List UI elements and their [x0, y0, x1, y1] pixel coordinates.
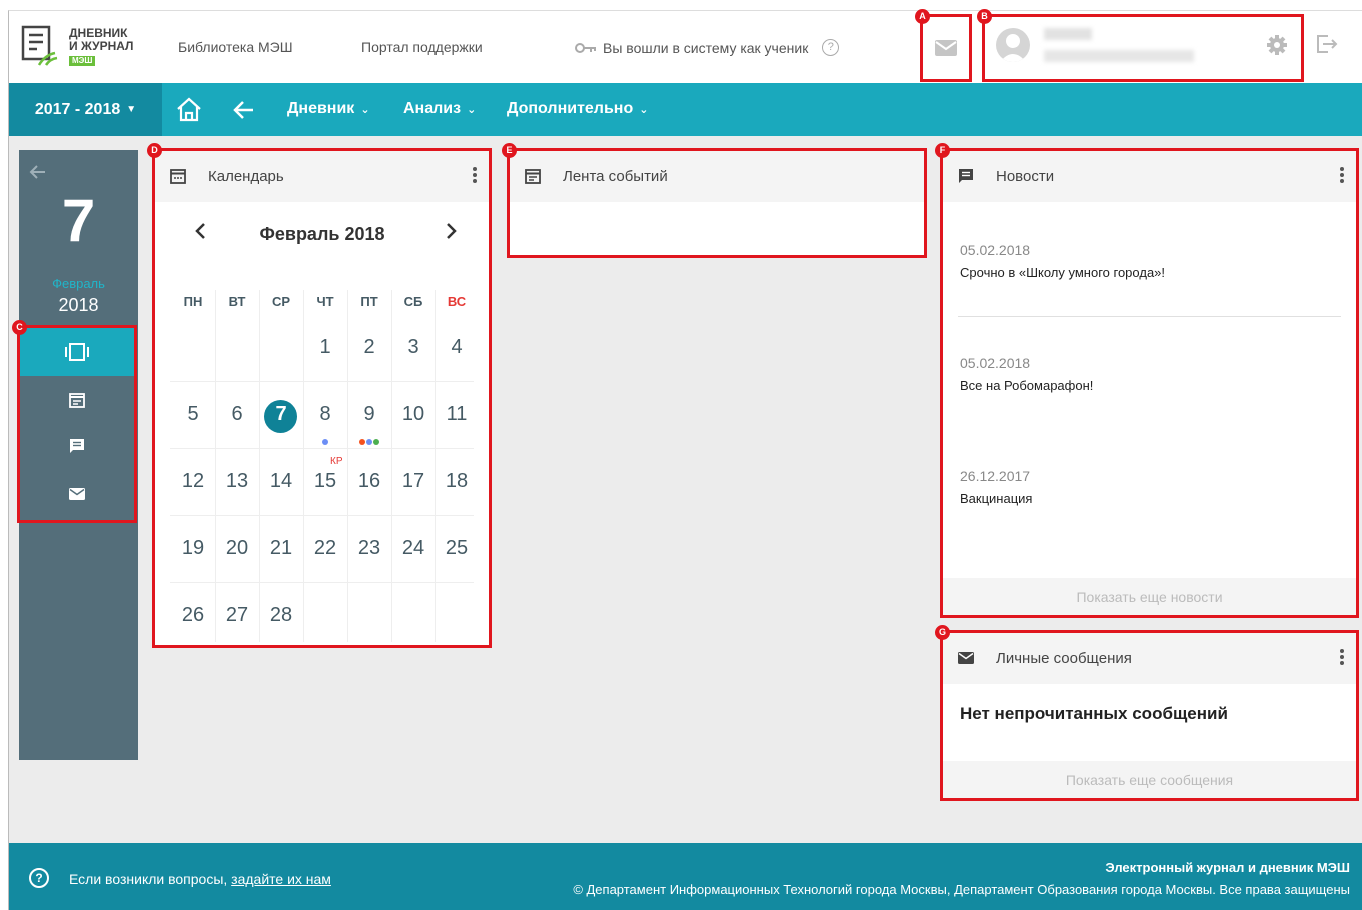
annotation-badge: C: [12, 320, 27, 335]
footer-copyright: © Департамент Информационных Технологий …: [573, 882, 1350, 897]
question-circle-icon: ?: [29, 868, 49, 888]
nav-more[interactable]: Дополнительно ⌄: [507, 100, 648, 118]
footer: ? Если возникли вопросы, задайте их нам …: [9, 843, 1362, 910]
nav-diary[interactable]: Дневник ⌄: [287, 100, 370, 118]
login-status-text: Вы вошли в систему как ученик: [603, 39, 809, 56]
library-link[interactable]: Библиотека МЭШ: [178, 39, 293, 55]
annotation-badge: G: [935, 625, 950, 640]
sidebar-year: 2018: [58, 295, 99, 315]
main-nav: 2017 - 2018 ▼ Дневник ⌄ Анализ ⌄ Дополни…: [9, 83, 1362, 136]
logout-icon[interactable]: [1316, 34, 1338, 54]
chevron-down-icon: ⌄: [639, 103, 649, 116]
key-icon: [575, 42, 596, 53]
annotation-badge: A: [915, 9, 930, 24]
chevron-down-icon: ⌄: [467, 103, 477, 116]
sidebar-month: Февраль: [52, 276, 105, 291]
year-selector[interactable]: 2017 - 2018 ▼: [9, 83, 162, 136]
chevron-down-icon: ⌄: [360, 103, 370, 116]
nav-analysis[interactable]: Анализ ⌄: [403, 100, 476, 118]
annotation-box-d: D: [147, 143, 492, 648]
annotation-box-a: A: [915, 9, 972, 82]
annotation-box-f: F: [935, 143, 1359, 618]
ask-us-link[interactable]: задайте их нам: [231, 871, 331, 887]
logo-icon: [21, 25, 58, 66]
footer-question-text: Если возникли вопросы,: [69, 871, 228, 887]
annotation-badge: F: [935, 143, 950, 158]
logo-badge: МЭШ: [69, 56, 96, 66]
nav-diary-label: Дневник: [287, 100, 355, 117]
nav-analysis-label: Анализ: [403, 100, 462, 117]
login-status: Вы вошли в систему как ученик ?: [575, 39, 840, 56]
home-icon[interactable]: [175, 96, 203, 122]
footer-question: Если возникли вопросы, задайте их нам: [69, 871, 331, 887]
nav-more-label: Дополнительно: [507, 100, 634, 117]
annotation-box-g: G: [935, 625, 1359, 801]
annotation-box-c: C: [12, 320, 137, 523]
footer-title: Электронный журнал и дневник МЭШ: [1105, 860, 1350, 875]
annotation-badge: E: [502, 143, 517, 158]
support-link[interactable]: Портал поддержки: [361, 39, 483, 55]
year-label: 2017 - 2018: [34, 100, 121, 118]
annotation-badge: D: [147, 143, 162, 158]
annotation-badge: B: [977, 9, 992, 24]
annotation-box-e: E: [502, 143, 927, 258]
back-arrow-icon[interactable]: [233, 98, 255, 122]
annotation-box-b: B: [977, 9, 1304, 82]
help-icon[interactable]: ?: [822, 39, 840, 56]
logo-line2: И ЖУРНАЛ: [69, 39, 134, 53]
caret-down-icon: ▼: [126, 104, 137, 115]
sidebar-day: 7: [61, 187, 96, 254]
logo[interactable]: ДНЕВНИК И ЖУРНАЛ МЭШ: [21, 25, 151, 71]
sidebar-back-arrow-icon[interactable]: [29, 164, 47, 180]
